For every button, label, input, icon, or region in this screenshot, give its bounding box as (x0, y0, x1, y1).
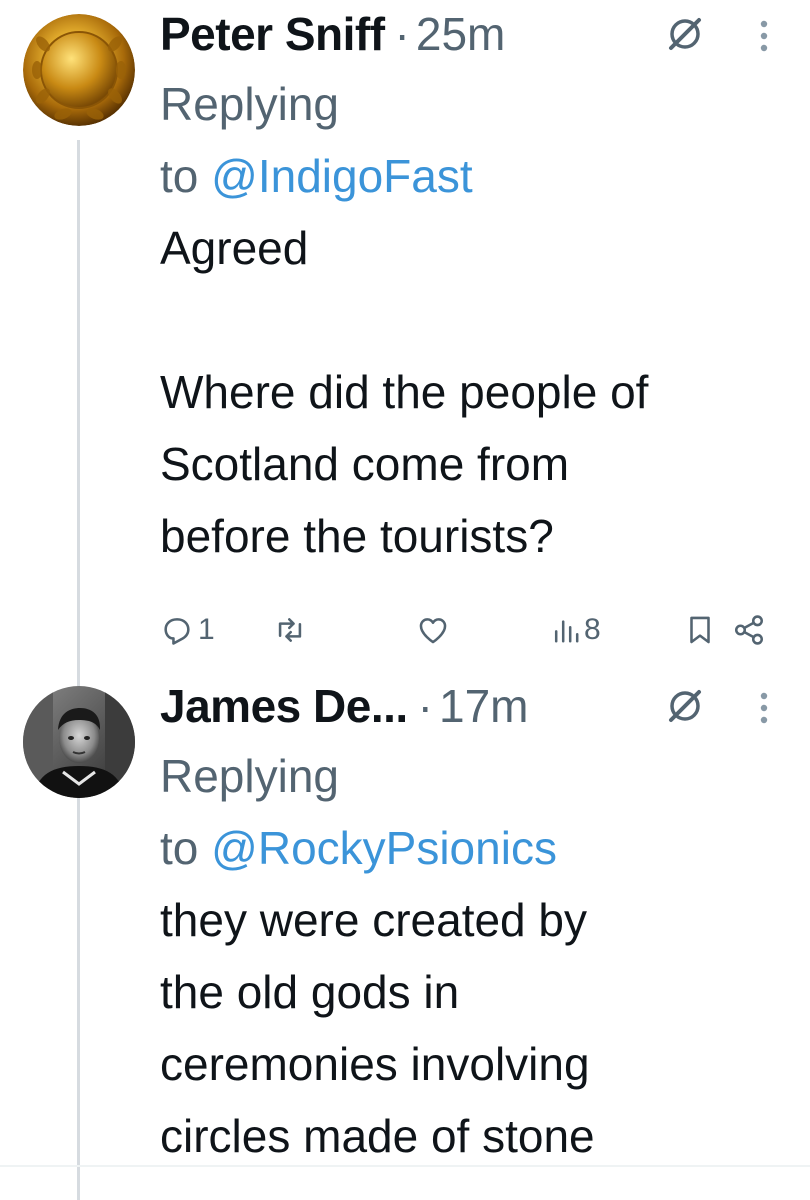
post-timestamp[interactable]: 25m (416, 8, 505, 60)
replying-to-line: Replying to @IndigoFast (160, 68, 810, 212)
bookmark-button[interactable] (687, 605, 713, 655)
bottom-divider (0, 1165, 810, 1167)
portrait-avatar-image (23, 686, 135, 798)
retweet-button[interactable] (272, 605, 308, 655)
post-body: they were created by the old gods in cer… (160, 894, 595, 1162)
views-bar-icon (554, 620, 579, 643)
views-count: 8 (584, 613, 601, 646)
replying-label: Replying (160, 750, 339, 802)
avatar[interactable] (23, 14, 135, 126)
post-actions-bar: 1 8 (160, 605, 780, 655)
replying-to-prefix: to (160, 150, 199, 202)
grok-icon[interactable] (665, 686, 705, 726)
separator-dot: · (394, 8, 410, 60)
avatar[interactable] (23, 686, 135, 798)
retweet-icon (278, 618, 302, 642)
author-name[interactable]: Peter Sniff (160, 8, 385, 60)
post-header: Peter Sniff · 25m (160, 0, 810, 68)
post-timestamp[interactable]: 17m (439, 680, 528, 732)
like-button[interactable] (416, 605, 450, 655)
post-body: Agreed Where did the people of Scotland … (160, 222, 649, 562)
heart-icon (419, 618, 447, 644)
reply-icon (164, 618, 190, 645)
share-icon (734, 615, 764, 645)
reply-button[interactable]: 1 (160, 605, 215, 655)
mention-link[interactable]: @IndigoFast (211, 150, 473, 202)
gold-medallion-avatar-image (23, 14, 135, 126)
reply-count: 1 (198, 613, 215, 646)
thread-connector-line (77, 140, 80, 1200)
reply-post[interactable]: James De... · 17m Replying to @RockyPsioni… (160, 672, 810, 1172)
author-name[interactable]: James De... (160, 680, 408, 732)
more-vertical-icon[interactable] (756, 16, 772, 56)
replying-to-prefix: to (160, 822, 199, 874)
reply-post[interactable]: Peter Sniff · 25m Replying to @IndigoFast … (160, 0, 810, 572)
bookmark-icon (690, 616, 710, 644)
replying-to-line: Replying to @RockyPsionics (160, 740, 810, 884)
mention-link[interactable]: @RockyPsionics (211, 822, 557, 874)
replying-label: Replying (160, 78, 339, 130)
post-header: James De... · 17m (160, 672, 810, 740)
more-vertical-icon[interactable] (756, 688, 772, 728)
separator-dot: · (417, 680, 433, 732)
grok-icon[interactable] (665, 14, 705, 54)
share-button[interactable] (732, 605, 766, 655)
views-button[interactable]: 8 (552, 605, 601, 655)
